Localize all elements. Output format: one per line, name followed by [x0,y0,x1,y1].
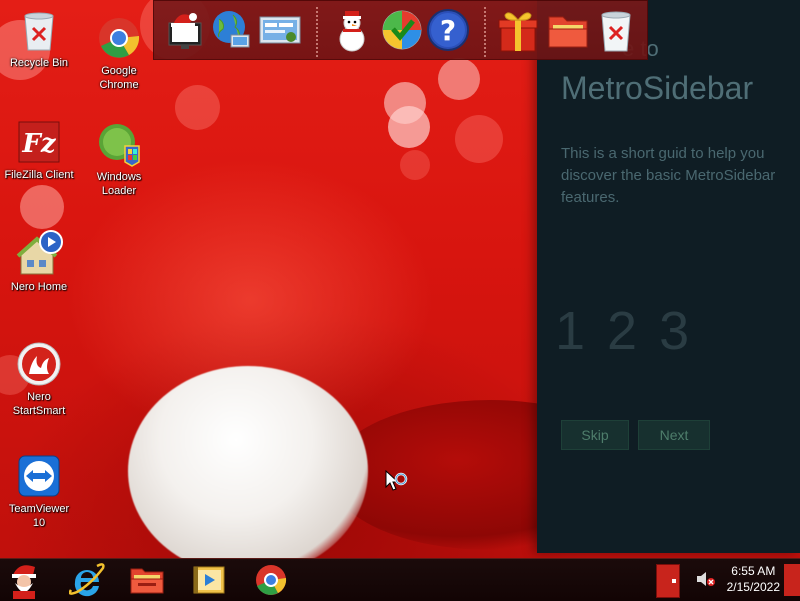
nero-home-icon [15,230,63,278]
windows-loader-icon [95,120,143,168]
start-santa-icon[interactable] [2,561,48,599]
svg-text:Fz: Fz [21,129,56,159]
desktop-icon-label: Nero Home [10,281,68,293]
svg-text:?: ? [440,14,456,47]
santa-monitor-icon[interactable] [162,5,210,55]
snowman-icon[interactable] [328,5,376,55]
metrosidebar-description: This is a short guid to help you discove… [561,145,776,206]
clock-time: 6:55 AM [731,564,776,578]
system-clock[interactable]: 6:55 AM 2/15/2022 [727,563,780,595]
metrosidebar-tray-icon[interactable] [656,564,680,598]
bokeh-light [438,58,480,100]
dock-separator [484,7,486,57]
chrome-icon[interactable] [248,561,294,599]
desktop-icon-label: TeamViewer 10 [8,503,70,529]
bokeh-light [455,115,503,163]
filezilla-icon: Fz [15,118,63,166]
chrome-icon [95,14,143,62]
desktop-icon-label: Windows Loader [96,171,142,197]
tray-dot [672,579,676,583]
bokeh-light [400,150,430,180]
desktop-icon-filezilla[interactable]: Fz FileZilla Client [0,118,78,182]
taskbar: 6:55 AM 2/15/2022 [0,558,800,601]
internet-explorer-icon[interactable] [64,561,110,599]
desktop-icon-recycle-bin[interactable]: Recycle Bin [0,6,78,70]
globe-network-icon[interactable] [208,5,256,55]
step-3[interactable]: 3 [659,300,689,362]
desktop-icon-windows-loader[interactable]: Windows Loader [80,120,158,198]
recycle-bin-icon[interactable] [592,5,640,55]
desktop-icon-teamviewer[interactable]: TeamViewer 10 [0,452,78,530]
teamviewer-icon [15,452,63,500]
desktop-icon-nero-home[interactable]: Nero Home [0,230,78,294]
mouse-cursor [385,469,411,502]
top-dock: ? [153,0,648,60]
volume-muted-icon[interactable] [696,570,716,592]
gift-icon[interactable] [494,5,542,55]
clock-date: 2/15/2022 [726,580,780,594]
next-button[interactable]: Next [638,420,710,450]
desktop-icon-nero-startsmart[interactable]: Nero StartSmart [0,340,78,418]
bokeh-light [175,85,220,130]
file-explorer-icon[interactable] [124,561,170,599]
windows-update-icon[interactable] [378,5,426,55]
step-indicator: 1 2 3 [555,300,689,362]
folder-icon[interactable] [544,5,592,55]
metrosidebar-panel: e to MetroSidebar This is a short guid t… [537,0,800,553]
show-desktop-button[interactable] [784,564,800,596]
desktop-icon-google-chrome[interactable]: Google Chrome [80,14,158,92]
metrosidebar-title: MetroSidebar [561,70,754,106]
step-2[interactable]: 2 [607,300,637,362]
desktop-icon-label: Nero StartSmart [12,391,66,417]
welcome-heading: e to [622,36,659,61]
control-panel-icon[interactable] [256,5,304,55]
media-player-icon[interactable] [186,561,232,599]
desktop-icon-label: Recycle Bin [9,57,69,69]
step-1[interactable]: 1 [555,300,585,362]
desktop-icon-label: Google Chrome [99,65,139,91]
santa-hat-pompom [128,366,368,558]
bokeh-light [388,106,430,148]
recycle-bin-icon [15,6,63,54]
dock-separator [316,7,318,57]
desktop-icon-label: FileZilla Client [4,169,74,181]
help-icon[interactable]: ? [424,5,472,55]
bokeh-light [20,185,64,229]
nero-startsmart-icon [15,340,63,388]
skip-button[interactable]: Skip [561,420,629,450]
